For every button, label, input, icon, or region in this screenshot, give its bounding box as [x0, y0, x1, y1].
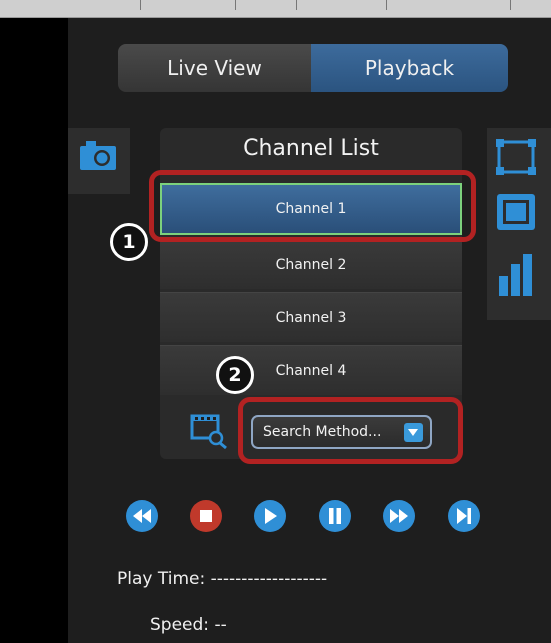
- fast-forward-button[interactable]: [383, 500, 415, 532]
- play-time-label: Play Time:: [117, 569, 206, 589]
- divider: [296, 0, 297, 10]
- tab-playback-label: Playback: [364, 56, 455, 80]
- play-time-row: Play Time: -------------------: [117, 569, 327, 589]
- speed-value: --: [214, 615, 227, 635]
- rewind-button[interactable]: [126, 500, 158, 532]
- view-tools-column: [487, 128, 551, 320]
- divider: [235, 0, 236, 10]
- channel-list-title: Channel List: [243, 136, 379, 161]
- play-icon: [265, 508, 277, 524]
- step-badge-2: 2: [216, 356, 254, 394]
- tab-live-view-label: Live View: [167, 56, 262, 80]
- fast-forward-icon: [390, 509, 408, 523]
- tab-live-view[interactable]: Live View: [118, 44, 311, 92]
- snapshot-button[interactable]: [68, 128, 130, 194]
- stop-icon: [200, 510, 212, 522]
- pause-icon: [329, 508, 341, 524]
- callout-highlight-search: [238, 397, 463, 464]
- speed-label: Speed:: [150, 615, 210, 635]
- channel-item-2[interactable]: Channel 2: [160, 239, 462, 289]
- step-badge-2-number: 2: [228, 364, 242, 386]
- channel-item-label: Channel 4: [275, 362, 347, 379]
- tab-playback[interactable]: Playback: [311, 44, 508, 92]
- rewind-icon: [133, 509, 151, 523]
- camera-icon: [80, 141, 116, 170]
- next-frame-button[interactable]: [448, 500, 480, 532]
- play-button[interactable]: [254, 500, 286, 532]
- video-search-icon[interactable]: [190, 412, 230, 450]
- step-badge-1-number: 1: [122, 231, 136, 253]
- left-black-area: [0, 18, 68, 643]
- pause-button[interactable]: [319, 500, 351, 532]
- divider: [386, 0, 387, 10]
- callout-highlight-channel: [149, 170, 476, 242]
- window-layout-icon[interactable]: [497, 194, 535, 230]
- channel-item-3[interactable]: Channel 3: [160, 292, 462, 342]
- channel-item-4[interactable]: Channel 4: [160, 345, 462, 395]
- bar-chart-icon[interactable]: [499, 254, 532, 296]
- channel-item-label: Channel 2: [275, 256, 347, 273]
- channel-item-label: Channel 3: [275, 309, 347, 326]
- fullscreen-icon[interactable]: [496, 139, 536, 175]
- next-frame-icon: [457, 508, 471, 524]
- divider: [510, 0, 511, 10]
- window-top-strip: [0, 0, 551, 18]
- play-time-value: -------------------: [210, 569, 328, 589]
- stop-button[interactable]: [190, 500, 222, 532]
- divider: [140, 0, 141, 10]
- step-badge-1: 1: [110, 223, 148, 261]
- speed-row: Speed: --: [150, 615, 227, 635]
